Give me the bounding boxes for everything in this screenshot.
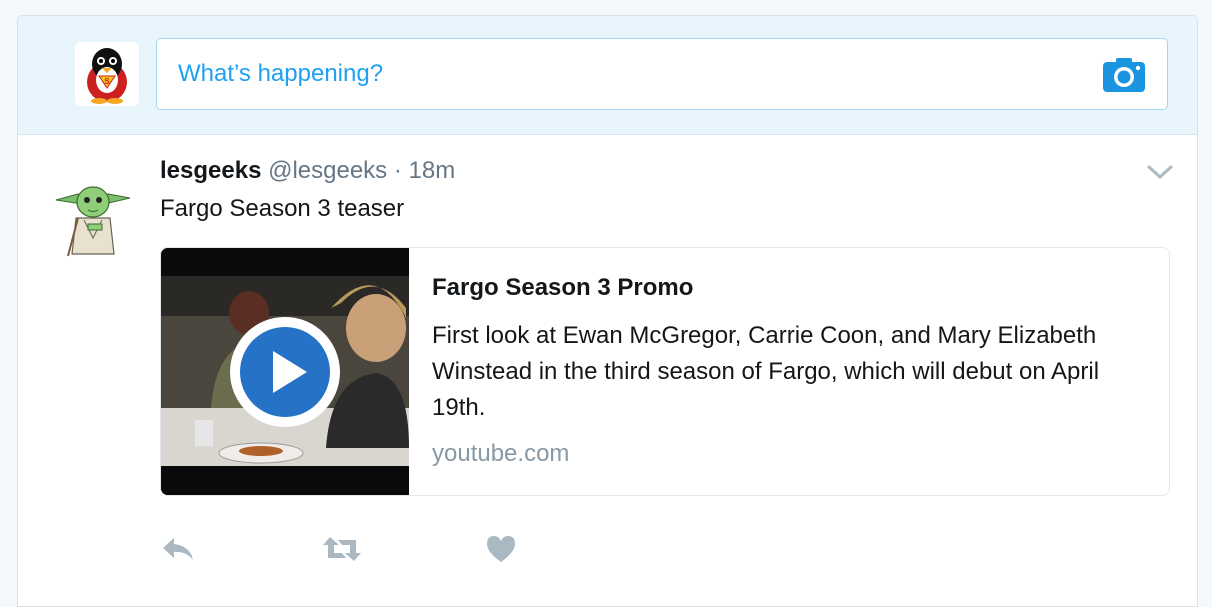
tweet-header: lesgeeks @lesgeeks · 18m xyxy=(160,157,455,185)
card-domain[interactable]: youtube.com xyxy=(432,438,1132,470)
tweet-timestamp[interactable]: 18m xyxy=(409,157,456,184)
card-body: Fargo Season 3 Promo First look at Ewan … xyxy=(432,272,1132,470)
timeline-panel: S What’s happening? lesgeeks @lesgeeks ·… xyxy=(17,15,1198,607)
video-thumbnail[interactable] xyxy=(161,248,409,495)
like-icon[interactable] xyxy=(485,534,517,564)
yoda-avatar-icon xyxy=(55,186,131,257)
camera-icon[interactable] xyxy=(1103,58,1145,92)
tweet-text: Fargo Season 3 teaser xyxy=(160,195,405,222)
tweet-author-avatar[interactable] xyxy=(48,168,138,258)
author-username[interactable]: @lesgeeks xyxy=(268,157,387,184)
card-description: First look at Ewan McGregor, Carrie Coon… xyxy=(432,322,1100,421)
header-separator: · xyxy=(393,157,402,184)
chevron-down-icon[interactable] xyxy=(1146,163,1174,181)
compose-placeholder: What’s happening? xyxy=(178,60,384,87)
compose-area: S What’s happening? xyxy=(18,16,1197,135)
card-title[interactable]: Fargo Season 3 Promo xyxy=(432,272,1132,304)
reply-icon[interactable] xyxy=(160,534,196,564)
penguin-avatar-icon: S xyxy=(75,42,139,106)
play-icon[interactable] xyxy=(228,315,342,429)
user-avatar[interactable]: S xyxy=(75,42,139,106)
author-fullname[interactable]: lesgeeks xyxy=(160,157,261,184)
link-card[interactable]: Fargo Season 3 Promo First look at Ewan … xyxy=(160,247,1170,496)
compose-input[interactable]: What’s happening? xyxy=(156,38,1168,110)
retweet-icon[interactable] xyxy=(321,534,363,564)
svg-text:S: S xyxy=(104,77,110,86)
